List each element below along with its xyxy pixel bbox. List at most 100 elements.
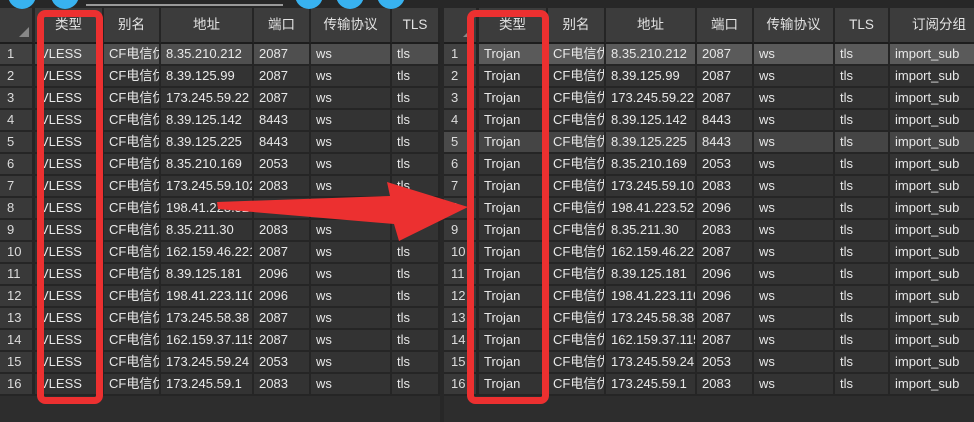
cell-group[interactable]: import_sub xyxy=(890,66,974,88)
cell-address[interactable]: 173.245.59.24 xyxy=(606,352,697,374)
cell-type[interactable]: Trojan xyxy=(479,66,548,88)
cell-alias[interactable]: CF电信优选 xyxy=(104,330,161,352)
row-number-cell[interactable]: 4 xyxy=(0,110,35,132)
row-number-cell[interactable]: 2 xyxy=(444,66,479,88)
cell-port[interactable]: 2083 xyxy=(697,176,754,198)
cell-transport[interactable]: ws xyxy=(754,308,835,330)
column-header-tls[interactable]: TLS xyxy=(392,8,440,44)
cell-transport[interactable]: ws xyxy=(754,242,835,264)
cell-alias[interactable]: CF电信优选 xyxy=(104,352,161,374)
cell-type[interactable]: VLESS xyxy=(35,286,104,308)
cell-type[interactable]: VLESS xyxy=(35,352,104,374)
cell-transport[interactable]: ws xyxy=(311,330,392,352)
row-number-cell[interactable]: 14 xyxy=(444,330,479,352)
cell-port[interactable]: 2096 xyxy=(697,286,754,308)
cell-type[interactable]: VLESS xyxy=(35,374,104,396)
row-number-cell[interactable]: 6 xyxy=(0,154,35,176)
cell-address[interactable]: 8.35.211.30 xyxy=(161,220,254,242)
cell-alias[interactable]: CF电信优选 xyxy=(548,110,606,132)
cell-tls[interactable]: tls xyxy=(392,330,440,352)
cell-group[interactable]: import_sub xyxy=(890,242,974,264)
cell-address[interactable]: 8.39.125.99 xyxy=(161,66,254,88)
cell-transport[interactable]: ws xyxy=(311,154,392,176)
cell-address[interactable]: 8.39.125.181 xyxy=(606,264,697,286)
cell-type[interactable]: Trojan xyxy=(479,110,548,132)
cell-type[interactable]: Trojan xyxy=(479,352,548,374)
row-number-cell[interactable]: 7 xyxy=(0,176,35,198)
cell-group[interactable]: import_sub xyxy=(890,132,974,154)
cell-alias[interactable]: CF电信优选 xyxy=(548,374,606,396)
cell-address[interactable]: 8.35.210.169 xyxy=(161,154,254,176)
cell-port[interactable]: 2087 xyxy=(697,44,754,66)
cell-tls[interactable]: tls xyxy=(392,66,440,88)
cell-address[interactable]: 8.35.210.212 xyxy=(606,44,697,66)
column-header-transport[interactable]: 传输协议 xyxy=(311,8,392,44)
cell-tls[interactable]: tls xyxy=(835,352,890,374)
cell-port[interactable]: 2096 xyxy=(254,198,311,220)
cell-port[interactable]: 2087 xyxy=(697,308,754,330)
cell-tls[interactable]: tls xyxy=(835,132,890,154)
cell-transport[interactable]: ws xyxy=(754,374,835,396)
cell-type[interactable]: Trojan xyxy=(479,220,548,242)
cell-transport[interactable]: ws xyxy=(754,132,835,154)
cell-type[interactable]: VLESS xyxy=(35,132,104,154)
cell-address[interactable]: 198.41.223.52 xyxy=(161,198,254,220)
cell-alias[interactable]: CF电信优选 xyxy=(548,66,606,88)
row-number-cell[interactable]: 11 xyxy=(444,264,479,286)
cell-alias[interactable]: CF电信优选 xyxy=(548,88,606,110)
row-number-cell[interactable]: 15 xyxy=(0,352,35,374)
corner-header-cell[interactable] xyxy=(0,8,35,44)
cell-alias[interactable]: CF电信优选 xyxy=(548,176,606,198)
cell-alias[interactable]: CF电信优选 xyxy=(548,154,606,176)
cell-alias[interactable]: CF电信优选 xyxy=(548,264,606,286)
cell-port[interactable]: 2083 xyxy=(254,374,311,396)
cell-address[interactable]: 162.159.46.221 xyxy=(161,242,254,264)
cell-alias[interactable]: CF电信优选 xyxy=(548,330,606,352)
cell-type[interactable]: VLESS xyxy=(35,242,104,264)
cell-address[interactable]: 8.39.125.142 xyxy=(606,110,697,132)
cell-transport[interactable]: ws xyxy=(754,110,835,132)
cell-type[interactable]: VLESS xyxy=(35,110,104,132)
cell-port[interactable]: 2087 xyxy=(697,330,754,352)
row-number-cell[interactable]: 7 xyxy=(444,176,479,198)
cell-transport[interactable]: ws xyxy=(311,220,392,242)
cell-address[interactable]: 198.41.223.52 xyxy=(606,198,697,220)
cell-address[interactable]: 173.245.59.22 xyxy=(161,88,254,110)
cell-type[interactable]: VLESS xyxy=(35,220,104,242)
cell-alias[interactable]: CF电信优选 xyxy=(104,220,161,242)
cell-transport[interactable]: ws xyxy=(311,132,392,154)
column-header-tls[interactable]: TLS xyxy=(835,8,890,44)
cell-group[interactable]: import_sub xyxy=(890,330,974,352)
row-number-cell[interactable]: 13 xyxy=(0,308,35,330)
cell-alias[interactable]: CF电信优选 xyxy=(104,132,161,154)
cell-address[interactable]: 162.159.37.115 xyxy=(161,330,254,352)
row-number-cell[interactable]: 12 xyxy=(444,286,479,308)
cell-tls[interactable]: tls xyxy=(392,44,440,66)
cell-tls[interactable]: tls xyxy=(392,352,440,374)
cell-tls[interactable]: tls xyxy=(392,242,440,264)
cell-tls[interactable]: tls xyxy=(835,220,890,242)
cell-tls[interactable]: tls xyxy=(392,154,440,176)
cell-port[interactable]: 2053 xyxy=(697,154,754,176)
row-number-cell[interactable]: 8 xyxy=(0,198,35,220)
cell-type[interactable]: VLESS xyxy=(35,198,104,220)
column-header-type[interactable]: 类型 xyxy=(35,8,104,44)
cell-type[interactable]: Trojan xyxy=(479,154,548,176)
cell-transport[interactable]: ws xyxy=(754,198,835,220)
cell-alias[interactable]: CF电信优选 xyxy=(104,308,161,330)
cell-group[interactable]: import_sub xyxy=(890,220,974,242)
cell-address[interactable]: 173.245.58.38 xyxy=(606,308,697,330)
cell-alias[interactable]: CF电信优选 xyxy=(104,110,161,132)
cell-port[interactable]: 2083 xyxy=(697,374,754,396)
cell-port[interactable]: 2087 xyxy=(254,308,311,330)
cell-type[interactable]: VLESS xyxy=(35,330,104,352)
cell-alias[interactable]: CF电信优选 xyxy=(104,176,161,198)
cell-address[interactable]: 173.245.59.102 xyxy=(606,176,697,198)
cell-transport[interactable]: ws xyxy=(311,286,392,308)
row-number-cell[interactable]: 9 xyxy=(444,220,479,242)
row-number-cell[interactable]: 12 xyxy=(0,286,35,308)
cell-alias[interactable]: CF电信优选 xyxy=(104,198,161,220)
cell-address[interactable]: 8.39.125.142 xyxy=(161,110,254,132)
cell-tls[interactable]: tls xyxy=(835,308,890,330)
cell-alias[interactable]: CF电信优选 xyxy=(104,44,161,66)
